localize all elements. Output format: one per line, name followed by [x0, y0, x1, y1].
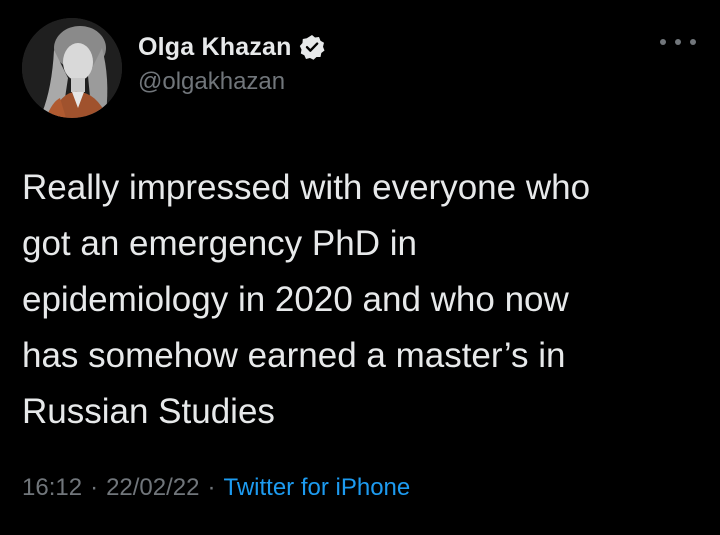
author-name-row: Olga Khazan [138, 30, 325, 64]
display-name[interactable]: Olga Khazan [138, 33, 292, 62]
separator: · [90, 474, 99, 501]
dot [690, 39, 696, 45]
profile-photo-icon [22, 18, 122, 118]
verified-badge-icon [299, 34, 325, 60]
dot [675, 39, 681, 45]
tweet-meta: 16:12 · 22/02/22 · Twitter for iPhone [22, 474, 410, 502]
tweet-card: Olga Khazan @olgakhazan Really impressed… [0, 0, 720, 535]
dot [660, 39, 666, 45]
more-options-icon[interactable] [660, 32, 696, 52]
tweet-text: Really impressed with everyone who got a… [22, 168, 591, 431]
user-handle[interactable]: @olgakhazan [138, 68, 285, 96]
tweet-date[interactable]: 22/02/22 [106, 474, 199, 502]
separator: · [207, 474, 216, 501]
tweet-source-link[interactable]: Twitter for iPhone [223, 474, 410, 502]
tweet-time[interactable]: 16:12 [22, 474, 82, 502]
avatar[interactable] [22, 18, 122, 118]
